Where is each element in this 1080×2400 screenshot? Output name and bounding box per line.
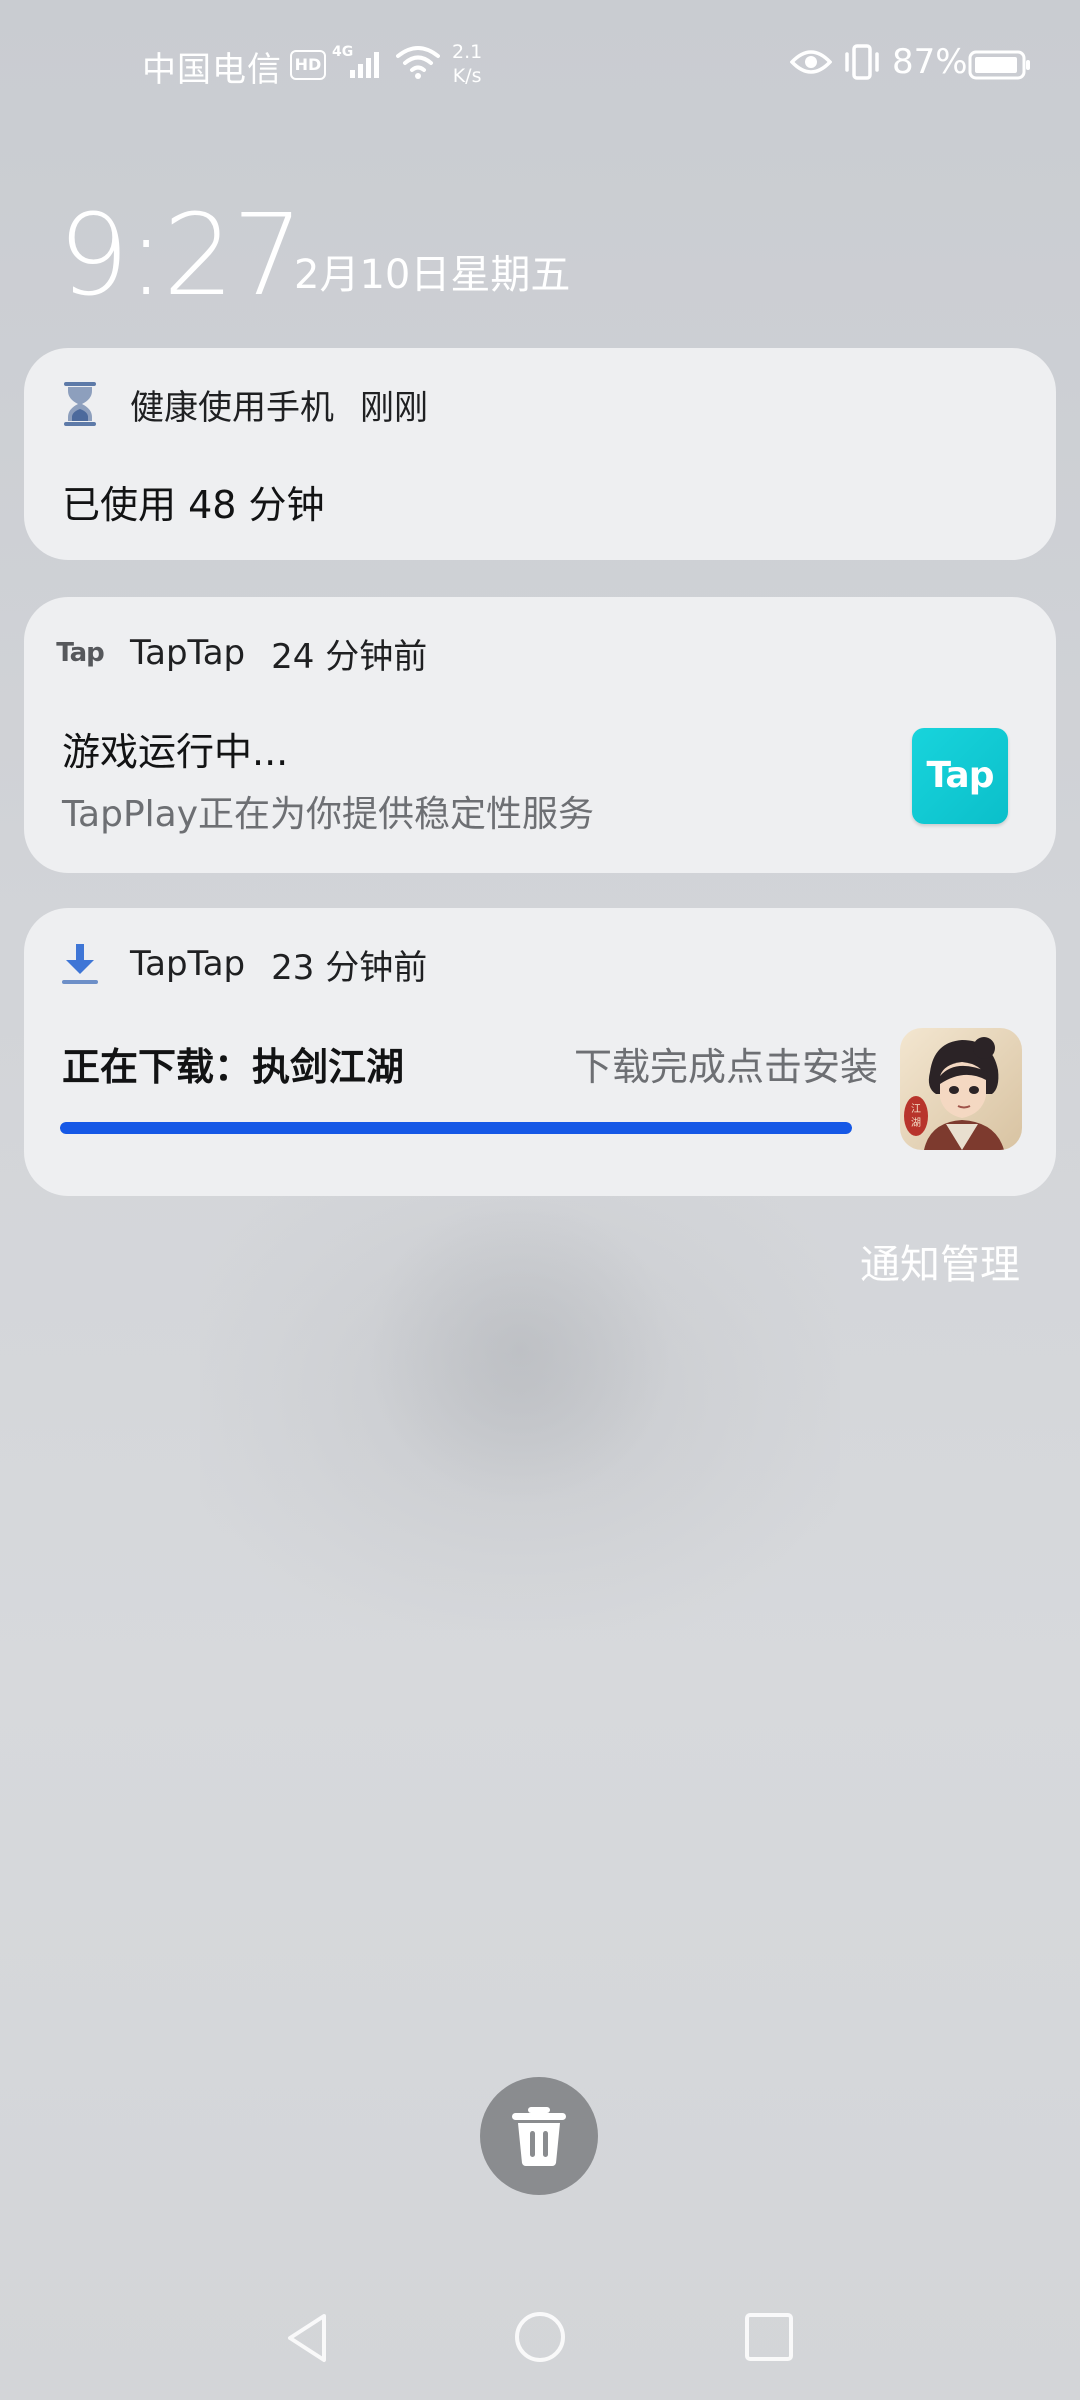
svg-text:江: 江 xyxy=(911,1103,921,1115)
notification-header: Tap TapTap 24 分钟前 xyxy=(56,629,428,677)
hd-badge: HD xyxy=(290,50,326,80)
navigation-bar xyxy=(0,2290,1080,2380)
carrier-label: 中国电信 xyxy=(142,50,282,90)
game-icon: 江 湖 xyxy=(900,1028,1022,1150)
vibrate-icon xyxy=(845,44,879,80)
notification-header: TapTap 23 分钟前 xyxy=(60,940,427,988)
notification-taptap-running[interactable]: Tap TapTap 24 分钟前 游戏运行中... TapPlay正在为你提供… xyxy=(24,597,1056,873)
download-status[interactable]: 下载完成点击安装 xyxy=(518,1036,878,1091)
recents-icon[interactable] xyxy=(744,2312,794,2362)
notification-health[interactable]: 健康使用手机 刚刚 已使用 48 分钟 xyxy=(24,348,1056,560)
network-speed: 2.1 K/s xyxy=(452,40,482,88)
signal-icon xyxy=(350,52,379,78)
notification-time: 23 分钟前 xyxy=(271,947,428,988)
clear-all-button[interactable] xyxy=(480,2077,598,2195)
wallpaper-blur-center xyxy=(360,1200,680,1500)
notification-download[interactable]: TapTap 23 分钟前 正在下载：执剑江湖 下载完成点击安装 江 湖 xyxy=(24,908,1056,1196)
download-title: 正在下载：执剑江湖 xyxy=(62,1045,405,1089)
taptap-small-logo: Tap xyxy=(56,638,105,668)
download-progress-fill xyxy=(60,1122,852,1134)
battery-icon xyxy=(968,50,1030,80)
lockscreen-clock: 9:27 xyxy=(58,191,304,321)
hourglass-icon xyxy=(60,380,100,428)
back-icon[interactable] xyxy=(280,2310,336,2366)
svg-text:湖: 湖 xyxy=(911,1117,921,1129)
speed-value: 2.1 xyxy=(452,41,483,63)
wifi-icon xyxy=(396,46,440,79)
lockscreen-date: 2月10日星期五 xyxy=(294,252,571,298)
notification-time: 刚刚 xyxy=(360,387,428,428)
notification-title: 已使用 48 分钟 xyxy=(62,483,325,527)
notification-text: TapPlay正在为你提供稳定性服务 xyxy=(62,794,595,835)
battery-percent: 87% xyxy=(892,42,968,82)
home-icon[interactable] xyxy=(513,2310,567,2364)
notification-app-name: 健康使用手机 xyxy=(130,387,334,428)
notification-header: 健康使用手机 刚刚 xyxy=(60,380,428,428)
taptap-app-icon: Tap xyxy=(56,629,105,677)
eye-icon xyxy=(790,50,832,74)
notification-title: 游戏运行中... xyxy=(62,730,289,774)
speed-unit: K/s xyxy=(452,65,482,87)
taptap-logo-icon: Tap xyxy=(912,728,1008,824)
notification-manage-link[interactable]: 通知管理 xyxy=(820,1232,1020,1290)
notification-app-name: TapTap xyxy=(130,633,246,673)
status-bar: 中国电信 HD 4G 2.1 K/s 87% xyxy=(0,0,1080,130)
download-icon xyxy=(60,940,100,988)
download-progress-bar xyxy=(60,1122,852,1134)
notification-time: 24 分钟前 xyxy=(271,636,428,677)
trash-icon xyxy=(512,2107,566,2166)
notification-app-name: TapTap xyxy=(130,944,246,984)
